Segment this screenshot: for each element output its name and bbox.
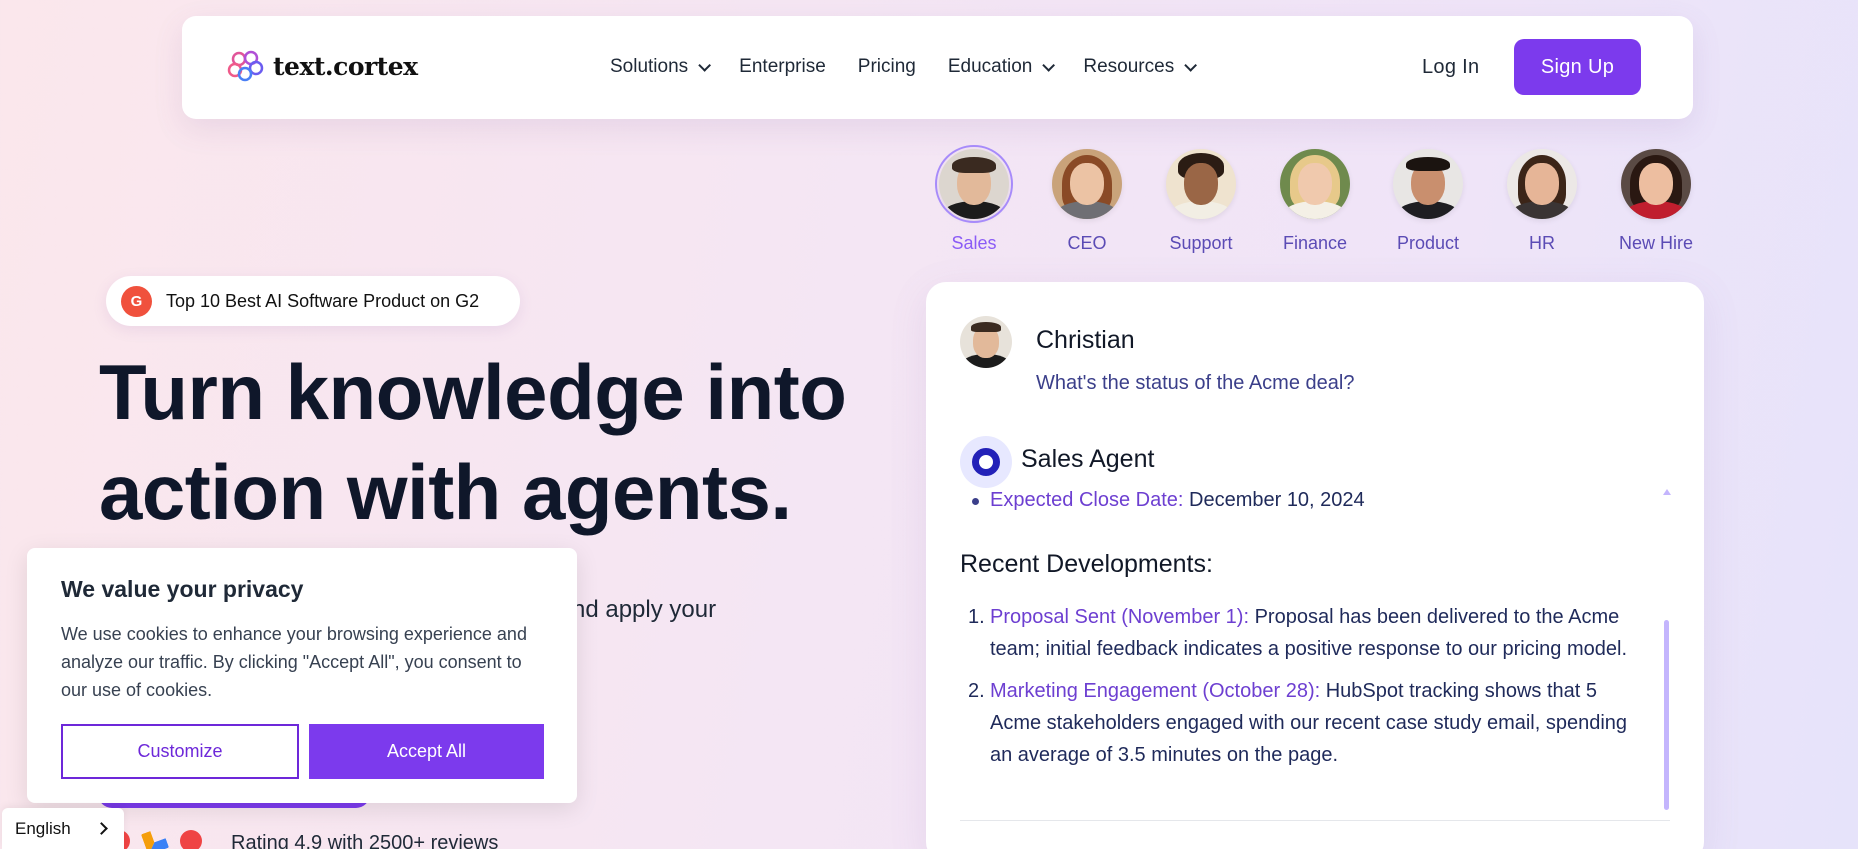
avatar [1166, 149, 1236, 219]
language-label: English [15, 818, 71, 838]
close-date-value: December 10, 2024 [1189, 489, 1365, 511]
close-date-bullet: Expected Close Date: December 10, 2024 [972, 489, 1365, 512]
nav-solutions-label: Solutions [610, 56, 689, 77]
avatar [1052, 149, 1122, 219]
main-nav: Solutions Enterprise Pricing Education R… [610, 56, 1225, 78]
avatar [935, 145, 1013, 223]
agent-icon [960, 436, 1012, 488]
avatar [1280, 149, 1350, 219]
list-item: 2. Marketing Engagement (October 28): Hu… [960, 675, 1650, 771]
avatar [1507, 149, 1577, 219]
chat-scrollbar[interactable] [1664, 620, 1669, 810]
accept-all-button[interactable]: Accept All [309, 724, 544, 779]
logo-text: text.cortex [273, 51, 418, 81]
nav-enterprise-label: Enterprise [739, 56, 826, 77]
nav-education-label: Education [947, 56, 1033, 77]
rating-text: Rating 4.9 with 2500+ reviews [231, 832, 499, 849]
g2-badge: G Top 10 Best AI Software Product on G2 [106, 276, 520, 326]
list-item: 1. Proposal Sent (November 1): Proposal … [960, 601, 1650, 665]
chat-card: Christian What's the status of the Acme … [926, 282, 1704, 849]
persona-label: Finance [1282, 233, 1348, 253]
nav-education[interactable]: Education [947, 56, 1056, 78]
navbar: text.cortex Solutions Enterprise Pricing… [182, 16, 1693, 119]
chevron-down-icon [698, 58, 712, 72]
nav-pricing-label: Pricing [857, 56, 916, 77]
persona-sales[interactable]: Sales [929, 145, 1019, 254]
user-name: Christian [1036, 326, 1135, 354]
customize-button[interactable]: Customize [61, 724, 299, 779]
persona-ceo[interactable]: CEO [1042, 149, 1132, 254]
persona-new-hire[interactable]: New Hire [1611, 149, 1701, 254]
persona-product[interactable]: Product [1383, 149, 1473, 254]
capterra-icon [140, 826, 170, 849]
list-number: 2. [968, 680, 985, 702]
chevron-down-icon [1042, 58, 1056, 72]
user-avatar [960, 316, 1012, 368]
persona-label: New Hire [1618, 233, 1693, 253]
headline-line-1: Turn knowledge into [99, 348, 847, 436]
language-selector[interactable]: English [2, 808, 124, 849]
persona-hr[interactable]: HR [1497, 149, 1587, 254]
nav-pricing[interactable]: Pricing [858, 56, 916, 78]
persona-support[interactable]: Support [1156, 149, 1246, 254]
user-message: What's the status of the Acme deal? [1036, 372, 1355, 394]
persona-label: Product [1396, 233, 1460, 253]
signup-button[interactable]: Sign Up [1514, 39, 1641, 95]
persona-label: HR [1529, 233, 1555, 253]
list-number: 1. [968, 606, 985, 628]
cookie-body: We use cookies to enhance your browsing … [61, 624, 527, 700]
badge-text: Top 10 Best AI Software Product on G2 [166, 290, 480, 311]
persona-label: CEO [1067, 233, 1107, 253]
g2-icon: G [121, 285, 152, 317]
avatar [1621, 149, 1691, 219]
chevron-right-icon [95, 822, 108, 835]
cookie-title: We value your privacy [61, 576, 304, 602]
nav-solutions[interactable]: Solutions [610, 56, 712, 78]
development-label: Proposal Sent (November 1): [990, 606, 1250, 628]
chevron-down-icon [1184, 58, 1198, 72]
scroll-up-icon[interactable] [1663, 489, 1671, 495]
brain-logo-icon [227, 50, 264, 82]
hero-headline: Turn knowledge into action with agents. [99, 342, 879, 542]
avatar [1393, 149, 1463, 219]
hero-subtext: nd apply your [572, 596, 717, 623]
divider [960, 820, 1670, 821]
persona-finance[interactable]: Finance [1270, 149, 1360, 254]
close-date-label: Expected Close Date: [990, 489, 1184, 511]
development-label: Marketing Engagement (October 28): [990, 680, 1321, 702]
review-site-icon [180, 830, 202, 849]
developments-list: 1. Proposal Sent (November 1): Proposal … [960, 601, 1650, 781]
nav-resources-label: Resources [1083, 56, 1175, 77]
agent-name: Sales Agent [1021, 445, 1155, 473]
persona-label: Sales [951, 233, 997, 253]
headline-line-2: action with agents. [99, 448, 792, 536]
cookie-banner: We value your privacy We use cookies to … [27, 548, 577, 803]
login-link[interactable]: Log In [1422, 56, 1479, 79]
section-title: Recent Developments: [960, 550, 1213, 578]
nav-resources[interactable]: Resources [1083, 56, 1198, 78]
persona-label: Support [1169, 233, 1233, 253]
logo[interactable]: text.cortex [227, 50, 418, 82]
nav-enterprise[interactable]: Enterprise [739, 56, 826, 78]
